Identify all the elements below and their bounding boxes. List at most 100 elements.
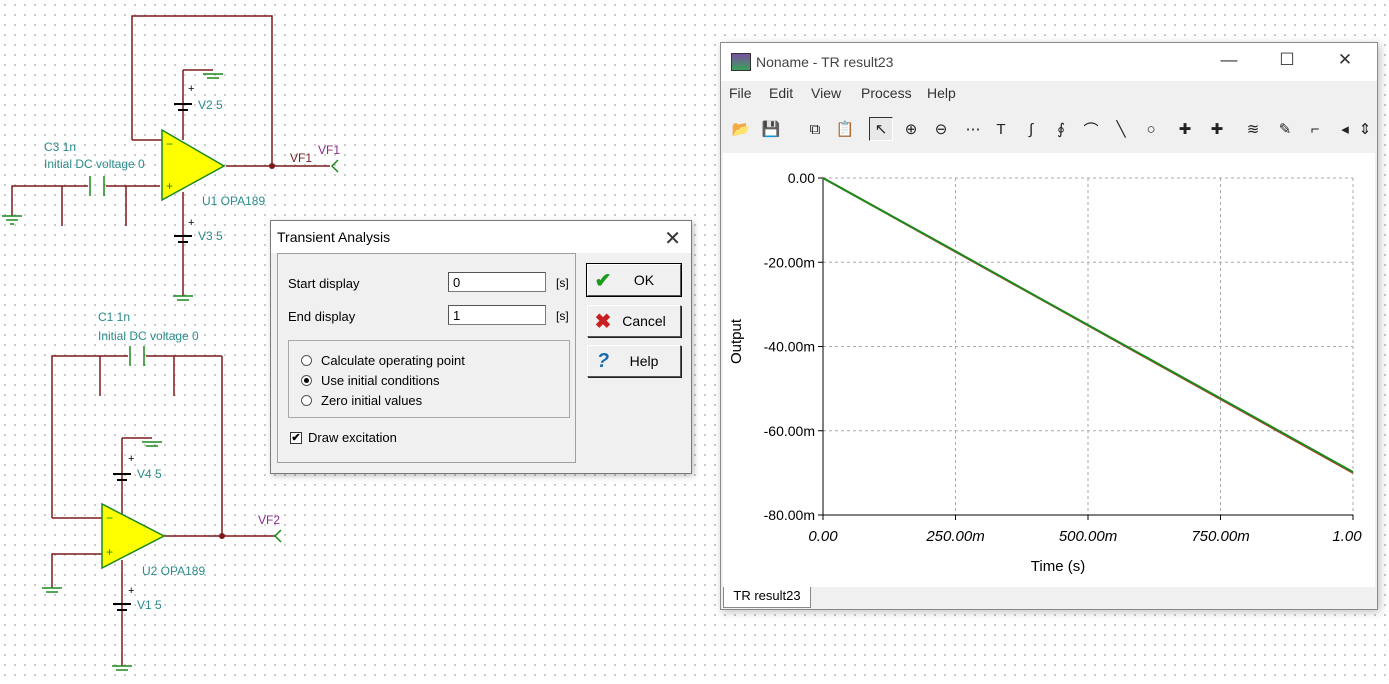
marker-a-icon[interactable]: ✚ [1173,117,1197,141]
y-tick-label: -60.00m [764,423,815,439]
y-tick-label: 0.00 [788,170,815,186]
cross-icon: ✖ [594,310,612,333]
cursor-b-icon[interactable]: ∮ [1049,117,1073,141]
initial-conditions-group: Calculate operating point Use initial co… [288,340,570,418]
svg-text:+: + [106,545,113,559]
pointer-icon[interactable]: ↖ [869,117,893,141]
step-icon[interactable]: ⌐ [1303,117,1327,141]
x-tick-label: 750.00m [1191,528,1249,545]
svg-text:+: + [128,585,134,597]
help-button[interactable]: ? Help [587,345,681,377]
y-axis-label: Output [728,318,745,364]
x-tick-label: 500.00m [1059,528,1117,545]
circle-icon[interactable]: ○ [1139,117,1163,141]
text-icon[interactable]: T [989,117,1013,141]
tab-tr-result23[interactable]: TR result23 [723,587,811,608]
svg-text:+: + [188,83,194,95]
tab-bar: TR result23 [721,587,1377,609]
minimize-icon[interactable]: — [1209,50,1249,70]
y-tick-label: -80.00m [764,507,815,523]
grid-icon[interactable]: ⋯ [961,117,985,141]
help-icon: ? [596,349,610,372]
x-axis-label: Time (s) [1031,558,1085,575]
vf1-wire-label: VF1 [290,151,313,165]
c1-note-label: Initial DC voltage 0 [98,329,199,343]
maximize-icon[interactable]: ☐ [1267,50,1307,70]
cursor-a-icon[interactable]: ∫ [1019,117,1043,141]
radio-zero-initial-values[interactable]: Zero initial values [301,393,422,408]
end-display-label: End display [288,309,356,324]
start-unit-label: [s] [556,276,569,290]
v2-label: V2 5 [198,98,223,112]
cancel-button[interactable]: ✖ Cancel [587,305,681,337]
window-titlebar[interactable]: Noname - TR result23 — ☐ ✕ [721,43,1377,81]
start-display-input[interactable]: 0 [448,272,546,292]
toolbar: 📂 💾 ⧉ 📋 ↖ ⊕ ⊖ ⋯ T ∫ ∮ ⌒ ╲ ○ ✚ ✚ ≋ ✎ ⌐ ◂ ⇕ [721,113,1377,147]
menu-file[interactable]: File [729,85,752,101]
dialog-title: Transient Analysis [277,229,391,245]
menu-view[interactable]: View [811,85,841,101]
svg-text:−: − [106,511,113,525]
radio-label: Calculate operating point [321,353,465,368]
draw-excitation-label: Draw excitation [308,430,397,445]
plot-area[interactable]: 0.00 250.00m 500.00m 750.00m 1.00 0.00 -20.00m… [723,153,1375,587]
u2-label: U2 OPA189 [142,564,206,578]
svg-text:+: + [166,179,173,193]
draw-excitation-checkbox[interactable]: ✔ [290,431,302,444]
copy-icon[interactable]: ⧉ [803,117,827,141]
v3-label: V3 5 [198,229,223,243]
paste-icon[interactable]: 📋 [833,117,857,141]
ok-button[interactable]: ✔ OK [586,263,682,297]
vf1-probe-label: VF1 [318,143,341,157]
window-close-icon[interactable]: ✕ [1325,50,1365,70]
zoom-100-icon[interactable]: ⊖ [929,117,953,141]
menu-help[interactable]: Help [927,85,956,101]
line-icon[interactable]: ╲ [1109,117,1133,141]
curve-icon[interactable]: ⌒ [1079,117,1103,141]
probe-icon[interactable]: ✎ [1273,117,1297,141]
y-tick-label: -20.00m [764,254,815,270]
radio-label: Zero initial values [321,393,423,408]
menu-process[interactable]: Process [861,85,912,101]
scroll-updown-icon[interactable]: ⇕ [1353,117,1377,141]
close-icon[interactable]: ✕ [664,226,681,251]
zoom-in-icon[interactable]: ⊕ [899,117,923,141]
svg-text:+: + [128,453,134,465]
x-tick-label: 250.00m [925,528,984,545]
start-display-label: Start display [288,276,360,291]
dialog-titlebar[interactable]: Transient Analysis ✕ [271,221,691,253]
svg-text:+: + [188,217,194,229]
y-tick-label: -40.00m [764,339,815,355]
open-icon[interactable]: 📂 [729,117,753,141]
draw-excitation-row[interactable]: ✔ Draw excitation [290,430,397,445]
radio-use-initial-conditions[interactable]: Use initial conditions [301,373,440,388]
radio-button-selected[interactable] [301,375,312,386]
curves-icon[interactable]: ≋ [1241,117,1265,141]
radio-calculate-operating-point[interactable]: Calculate operating point [301,353,465,368]
window-title: Noname - TR result23 [756,54,894,70]
cancel-label: Cancel [622,313,666,329]
check-icon: ✔ [594,269,612,292]
v1-label: V1 5 [137,598,162,612]
marker-b-icon[interactable]: ✚ [1205,117,1229,141]
transient-analysis-dialog: Transient Analysis ✕ Start display 0 [s]… [270,220,692,474]
x-tick-label: 0.00 [808,528,838,545]
ok-label: OK [633,272,655,288]
radio-label: Use initial conditions [321,373,440,388]
c1-ref-label: C1 1n [98,310,131,324]
svg-text:−: − [166,137,173,151]
menu-edit[interactable]: Edit [769,85,793,101]
x-tick-label: 1.00 [1332,528,1362,545]
save-icon[interactable]: 💾 [759,117,783,141]
end-unit-label: [s] [556,309,569,323]
help-label: Help [629,353,659,369]
settings-panel: Start display 0 [s] End display 1 [s] Ca… [277,253,576,463]
radio-button[interactable] [301,395,312,406]
end-display-input[interactable]: 1 [448,305,546,325]
radio-button[interactable] [301,355,312,366]
c3-ref-label: C3 1n [44,140,77,154]
vf2-probe-label: VF2 [258,513,281,527]
app-icon [731,53,751,71]
tr-result-window: Noname - TR result23 — ☐ ✕ File Edit Vie… [720,42,1378,610]
u1-label: U1 OPA189 [202,194,266,208]
